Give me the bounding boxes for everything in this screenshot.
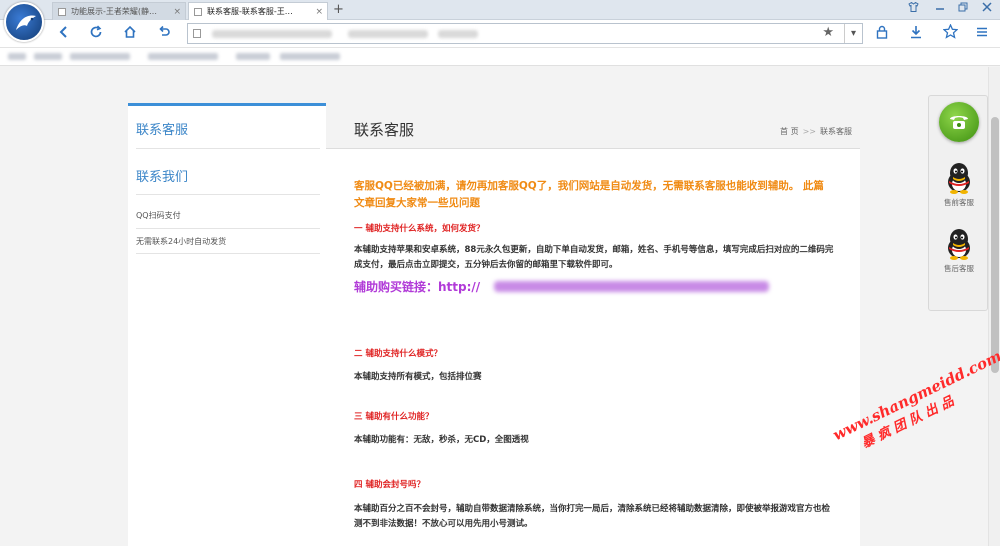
tab-close-icon[interactable]: × [315,3,323,20]
breadcrumb-current[interactable]: 联系客服 [820,127,852,136]
presales-service-label[interactable]: 售前客服 [929,197,989,208]
faq-question-4: 四 辅助会封号吗？ [354,480,425,490]
page-title: 联系客服 [354,121,415,139]
breadcrumb-home[interactable]: 首 页 [780,127,799,136]
divider [136,148,320,149]
tab-close-icon[interactable]: × [173,3,181,20]
nav-toolbar: ★ ▾ [0,20,1000,48]
scrollbar-thumb[interactable] [991,117,999,373]
sidebar-item-contact-us[interactable]: 联系我们 [136,166,188,185]
faq-question-2: 二 辅助支持什么模式？ [354,349,442,359]
url-redacted [348,30,428,38]
content-header: 联系客服 首 页 >> 联系客服 [326,103,860,149]
bookmark-redacted[interactable] [280,53,340,60]
restore-icon[interactable] [958,2,968,15]
divider [136,194,320,195]
sidebar-heading[interactable]: 联系客服 [136,119,188,138]
tab-inactive[interactable]: 功能展示-王者荣耀(静… × [52,2,186,20]
qq-icon[interactable] [945,162,973,194]
buy-link[interactable]: 辅助购买链接：http:// [354,278,834,295]
page-favicon-icon [58,8,66,16]
menu-icon[interactable] [972,24,992,44]
browser-logo-icon[interactable] [4,2,44,42]
bookmark-redacted[interactable] [70,53,130,60]
tab-bar: 功能展示-王者荣耀(静… × 联系客服-联系客服-王… × + [0,0,1000,20]
bookmarks-bar [0,48,1000,66]
faq-answer-1: 本辅助支持苹果和安卓系统，88元永久包更新，自助下单自动发货，邮箱，姓名、手机号… [354,245,834,270]
page-viewport: 联系客服 联系我们 QQ扫码支付 无需联系24小时自动发货 联系客服 首 页 >>… [0,67,988,546]
sidebar-item-auto-delivery[interactable]: 无需联系24小时自动发货 [136,236,226,247]
page-scrollbar[interactable] [988,67,1000,546]
sidebar-item-qq-pay[interactable]: QQ扫码支付 [136,210,181,221]
refresh-icon[interactable] [86,24,106,44]
bookmark-star-icon[interactable]: ★ [822,25,834,40]
url-redacted [438,30,478,38]
lock-icon[interactable] [872,24,892,44]
phone-icon[interactable] [939,102,979,142]
buy-link-label[interactable]: 辅助购买链接：http:// [354,280,480,294]
page-icon [193,29,201,38]
tab-label: 联系客服-联系客服-王… [207,7,293,16]
faq-answer-2: 本辅助支持所有模式，包括排位赛 [354,372,482,382]
browser-window: 功能展示-王者荣耀(静… × 联系客服-联系客服-王… × + ★ ▾ 联系客服… [0,0,1000,546]
aftersales-service-label[interactable]: 售后客服 [929,263,989,274]
tab-active[interactable]: 联系客服-联系客服-王… × [188,2,328,20]
page-favicon-icon [194,8,202,16]
breadcrumb: 首 页 >> 联系客服 [780,126,852,137]
new-tab-button[interactable]: + [333,2,344,17]
breadcrumb-separator: >> [802,127,816,136]
undo-icon[interactable] [154,24,174,44]
divider [136,253,320,254]
url-redacted [212,30,332,38]
bookmark-redacted[interactable] [8,53,26,60]
address-bar[interactable]: ★ ▾ [187,23,863,44]
faq-question-3: 三 辅助有什么功能？ [354,412,434,422]
bookmark-redacted[interactable] [34,53,62,60]
faq-question-1: 一 辅助支持什么系统，如何发货？ [354,224,485,234]
buy-link-url-redacted[interactable] [494,281,769,292]
faq-answer-3: 本辅助功能有：无敌，秒杀，无CD，全图透视 [354,435,529,445]
intro-notice: 客服QQ已经被加满，请勿再加客服QQ了，我们网站是自动发货，无需联系客服也能收到… [354,180,824,209]
divider [136,228,320,229]
article-body: 客服QQ已经被加满，请勿再加客服QQ了，我们网站是自动发货，无需联系客服也能收到… [326,149,860,546]
home-icon[interactable] [120,24,140,44]
sidebar: 联系客服 联系我们 QQ扫码支付 无需联系24小时自动发货 [128,103,326,546]
favorites-star-icon[interactable] [940,23,960,44]
back-icon[interactable] [54,24,74,44]
faq-answer-4: 本辅助百分之百不会封号，辅助自带数据清除系统，当你打完一局后，清除系统已经将辅助… [354,504,831,529]
tab-label: 功能展示-王者荣耀(静… [71,7,158,16]
qq-icon[interactable] [945,228,973,260]
minimize-icon[interactable] [935,2,945,15]
chevron-down-icon[interactable]: ▾ [844,24,862,43]
download-icon[interactable] [906,24,926,44]
bookmark-redacted[interactable] [148,53,218,60]
customer-service-panel: 售前客服 售后客服 [928,95,988,311]
close-icon[interactable] [982,2,992,15]
bookmark-redacted[interactable] [236,53,270,60]
shirt-icon[interactable] [908,1,919,15]
